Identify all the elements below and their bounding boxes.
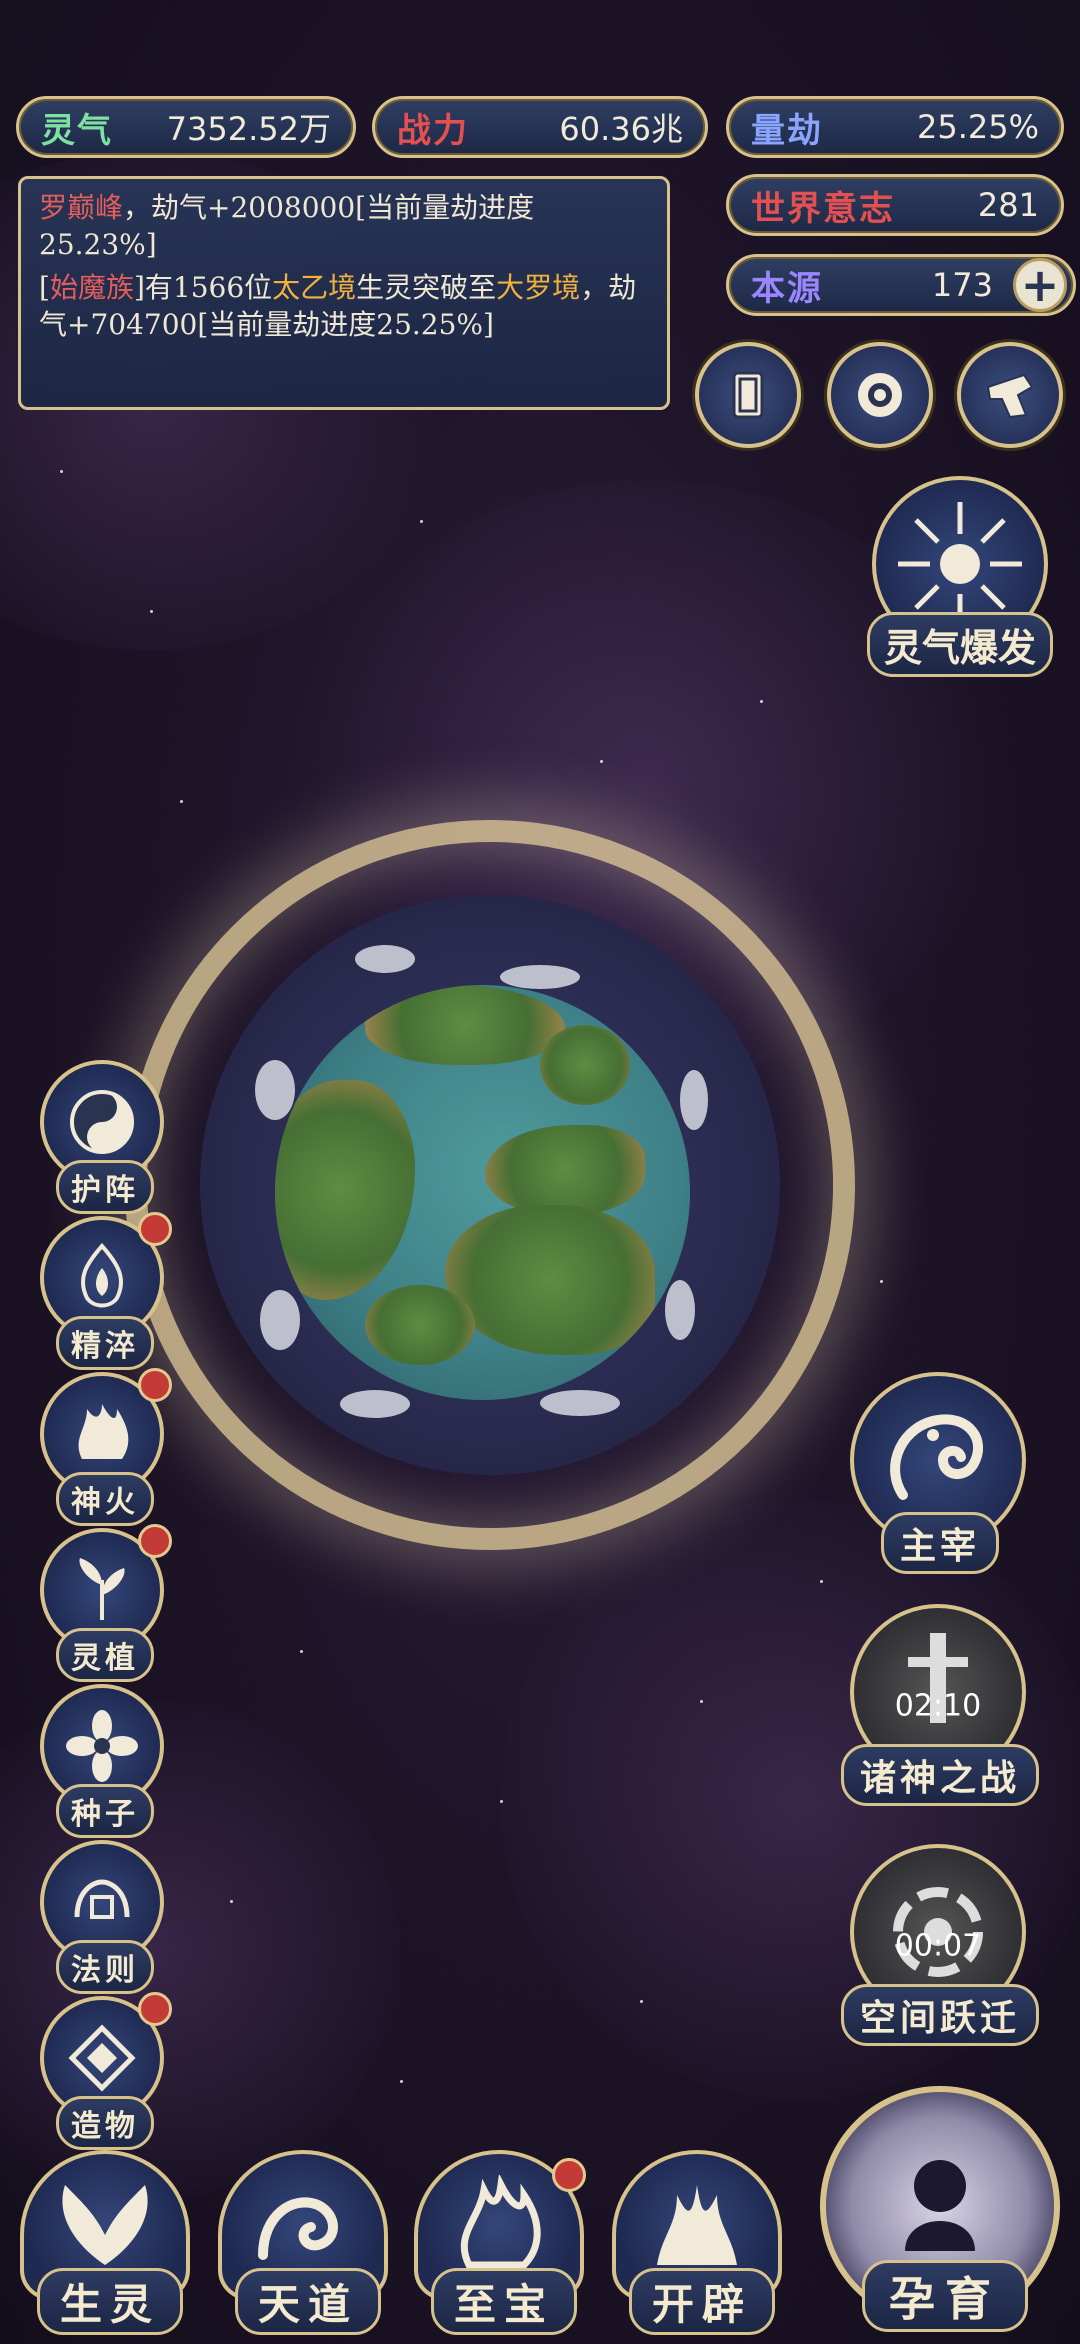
left-item-shen-huo[interactable]: 神火 [40, 1368, 172, 1526]
log-entry: [始魔族]有1566位太乙境生灵突破至大罗境，劫气+704700[当前量劫进度2… [39, 269, 649, 343]
liangjie-bar[interactable]: 量劫 25.25% [726, 96, 1064, 158]
yunyu-button[interactable]: 孕育 [820, 2086, 1070, 2336]
left-item-label: 法则 [56, 1940, 154, 1994]
card-button[interactable] [695, 342, 801, 448]
bottom-item-zhi-bao[interactable]: 至宝 [414, 2150, 594, 2340]
kongjian-button[interactable]: 00:07 空间跃迁 [840, 1844, 1040, 2046]
zhanli-label: 战力 [397, 110, 469, 151]
zhuzai-button[interactable]: 主宰 [850, 1372, 1030, 1574]
yunyu-label: 孕育 [862, 2260, 1028, 2332]
zhanli-bar: 战力 60.36兆 [372, 96, 708, 158]
bottom-item-sheng-ling[interactable]: 生灵 [20, 2150, 200, 2340]
left-item-fa-ze[interactable]: 法则 [40, 1840, 170, 1994]
vortex-icon [858, 373, 902, 417]
bottom-item-label: 开辟 [628, 2268, 776, 2335]
benyuan-bar: 本源 173 + [726, 254, 1076, 316]
log-race: 始魔族 [49, 271, 134, 304]
shijie-value: 281 [977, 186, 1039, 224]
lingqi-burst-label: 灵气爆发 [866, 612, 1054, 677]
vortex-button[interactable] [827, 342, 933, 448]
benyuan-value: 173 [931, 266, 993, 304]
notification-dot [138, 1992, 172, 2026]
shijie-bar[interactable]: 世界意志 281 [726, 174, 1064, 236]
log-text: 生灵突破至 [356, 271, 497, 304]
bottom-item-label: 生灵 [36, 2268, 184, 2335]
left-item-hu-zhen[interactable]: 护阵 [40, 1060, 170, 1214]
lingqi-bar: 灵气 7352.52万 [16, 96, 356, 158]
log-realm: 太乙境 [272, 271, 357, 304]
notification-dot [138, 1524, 172, 1558]
notification-dot [138, 1212, 172, 1246]
left-item-label: 灵植 [56, 1628, 154, 1682]
left-item-zao-wu[interactable]: 造物 [40, 1992, 172, 2150]
liangjie-label: 量劫 [751, 110, 823, 151]
notification-dot [138, 1368, 172, 1402]
event-log: 罗巅峰，劫气+2008000[当前量劫进度25.23%] [始魔族]有1566位… [18, 176, 670, 410]
zhushen-label: 诸神之战 [840, 1744, 1040, 1806]
bottom-item-label: 天道 [234, 2268, 382, 2335]
fist-button[interactable] [957, 342, 1063, 448]
zhuzai-label: 主宰 [880, 1512, 1000, 1574]
shijie-label: 世界意志 [751, 188, 895, 229]
kongjian-timer: 00:07 [894, 1928, 982, 1964]
bottom-item-kai-pi[interactable]: 开辟 [612, 2150, 792, 2340]
left-item-zhong-zi[interactable]: 种子 [40, 1684, 170, 1838]
lingqi-label: 灵气 [41, 110, 113, 151]
lingqi-burst-button[interactable]: 灵气爆发 [860, 476, 1060, 677]
zhushen-timer: 02:10 [894, 1688, 982, 1724]
kongjian-label: 空间跃迁 [840, 1984, 1040, 2046]
planet[interactable] [275, 985, 690, 1400]
zhanli-value: 60.36兆 [559, 110, 683, 148]
lingqi-value: 7352.52万 [166, 110, 331, 148]
left-item-jing-cui[interactable]: 精淬 [40, 1212, 172, 1370]
left-item-label: 造物 [56, 2096, 154, 2150]
log-realm: 大罗境 [496, 271, 581, 304]
add-benyuan-button[interactable]: + [1013, 258, 1067, 312]
log-name: 罗巅峰 [39, 191, 124, 224]
left-item-label: 护阵 [56, 1160, 154, 1214]
left-item-ling-zhi[interactable]: 灵植 [40, 1524, 172, 1682]
liangjie-value: 25.25% [916, 108, 1039, 146]
left-item-label: 种子 [56, 1784, 154, 1838]
log-entry: 罗巅峰，劫气+2008000[当前量劫进度25.23%] [39, 189, 649, 263]
log-bracket: [ [39, 271, 50, 304]
bottom-item-tian-dao[interactable]: 天道 [218, 2150, 398, 2340]
benyuan-label: 本源 [751, 268, 823, 309]
notification-dot [552, 2158, 586, 2192]
card-icon [732, 371, 764, 419]
fist-icon [986, 373, 1034, 419]
left-item-label: 神火 [56, 1472, 154, 1526]
zhushen-button[interactable]: 02:10 诸神之战 [840, 1604, 1040, 1806]
bottom-item-label: 至宝 [430, 2268, 578, 2335]
log-text: ]有1566位 [133, 271, 273, 304]
left-item-label: 精淬 [56, 1316, 154, 1370]
